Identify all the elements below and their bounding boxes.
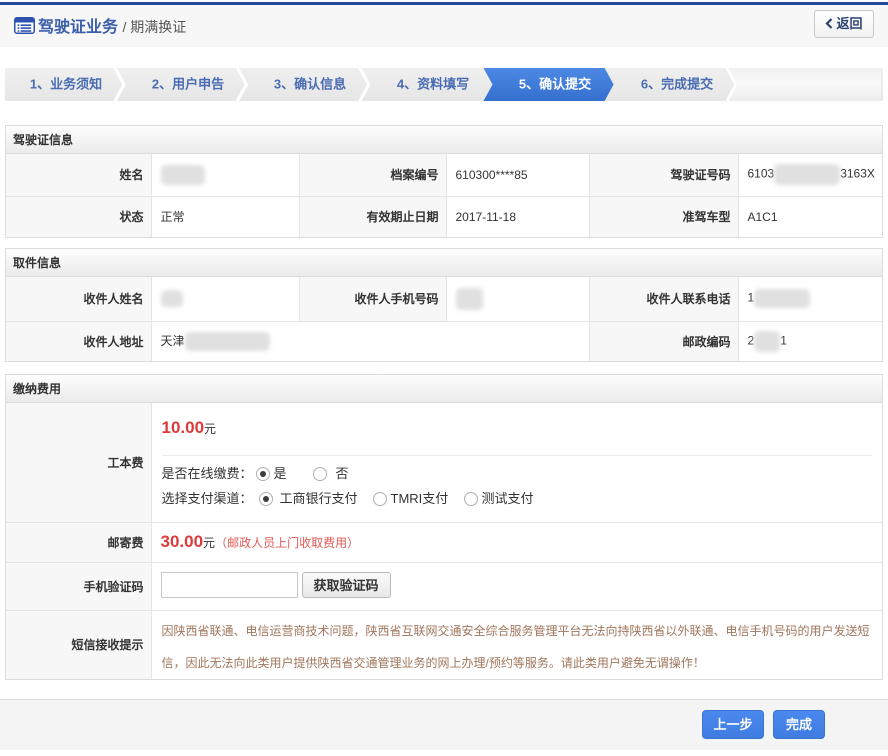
svg-text:2、用户申告: 2、用户申告	[152, 77, 224, 92]
svg-text:5、确认提交: 5、确认提交	[519, 77, 591, 92]
svg-text:4、资料填写: 4、资料填写	[397, 77, 469, 92]
svg-text:6、完成提交: 6、完成提交	[641, 77, 713, 92]
svg-text:1、业务须知: 1、业务须知	[30, 77, 102, 92]
svg-text:3、确认信息: 3、确认信息	[274, 77, 346, 92]
